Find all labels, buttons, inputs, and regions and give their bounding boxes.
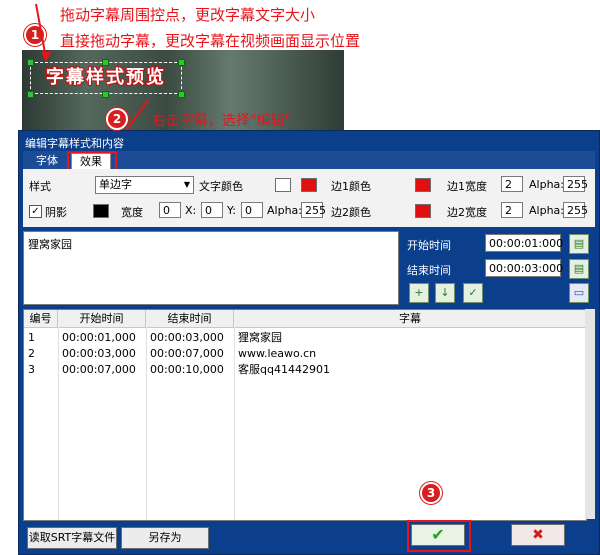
close-icon: ✖: [532, 527, 544, 543]
add-subtitle-icon[interactable]: +: [409, 283, 429, 303]
row-id: 3: [28, 363, 35, 376]
subtitle-edit-dialog: 编辑字幕样式和内容 字体 效果 样式 单边字 ▼ 文字颜色 边1颜色 边1宽度 …: [18, 130, 600, 555]
start-time-input[interactable]: 00:00:01:000: [485, 234, 563, 252]
shadow-x-input[interactable]: 0: [201, 202, 223, 218]
shadow-checkbox[interactable]: ✓: [29, 205, 42, 218]
clipboard-icon[interactable]: ▤: [569, 234, 589, 254]
ok-button[interactable]: ✔: [411, 524, 465, 546]
row-end: 00:00:10,000: [150, 363, 224, 376]
end-time-input[interactable]: 00:00:03:000: [485, 259, 563, 277]
cancel-button[interactable]: ✖: [511, 524, 565, 546]
row-text: 狸窝家园: [238, 331, 282, 344]
table-row[interactable]: 3 00:00:07,000 00:00:10,000 客服qq41442901: [24, 362, 586, 377]
alpha1-label: Alpha:: [529, 178, 564, 191]
table-row[interactable]: 1 00:00:01,000 00:00:03,000 狸窝家园: [24, 330, 586, 345]
edge1-color-swatch[interactable]: [415, 178, 431, 192]
table-row[interactable]: 2 00:00:03,000 00:00:07,000 www.leawo.cn: [24, 346, 586, 361]
header-end[interactable]: 结束时间: [146, 310, 234, 327]
edge1-width-input[interactable]: 2: [501, 176, 523, 192]
alpha2-label: Alpha:: [529, 204, 564, 217]
alpha1-input[interactable]: 255: [563, 176, 588, 192]
clipboard-icon[interactable]: ▤: [569, 259, 589, 279]
x-label: X:: [185, 204, 197, 217]
row-start: 00:00:01,000: [62, 331, 136, 344]
save-as-button[interactable]: 另存为: [121, 527, 209, 549]
shadow-y-input[interactable]: 0: [241, 202, 263, 218]
edge2-width-input[interactable]: 2: [501, 202, 523, 218]
style-label: 样式: [29, 180, 51, 193]
header-subtitle[interactable]: 字幕: [234, 310, 586, 327]
shadow-label: 阴影: [45, 206, 67, 219]
chevron-down-icon: ▼: [183, 180, 190, 189]
annotation-edit-hint: 右击字幕，选择"编辑": [152, 113, 291, 129]
end-time-label: 结束时间: [407, 264, 451, 277]
window-icon[interactable]: ▭: [569, 283, 589, 303]
text-color-label: 文字颜色: [199, 180, 243, 193]
edge2-width-label: 边2宽度: [447, 206, 487, 219]
read-srt-button[interactable]: 读取SRT字幕文件: [27, 527, 117, 549]
edge1-width-label: 边1宽度: [447, 180, 487, 193]
row-end: 00:00:07,000: [150, 347, 224, 360]
tab-bar: 字体 效果: [23, 151, 595, 175]
row-start: 00:00:03,000: [62, 347, 136, 360]
edge2-color-swatch[interactable]: [415, 204, 431, 218]
text-color-swatch-secondary[interactable]: [301, 178, 317, 192]
row-text: www.leawo.cn: [238, 347, 317, 360]
shadow-alpha-label: Alpha:: [267, 204, 302, 217]
style-select-value: 单边字: [99, 178, 132, 191]
subtitle-list: 编号 开始时间 结束时间 字幕 1 00:00:01,000 00:00:03,…: [23, 309, 587, 521]
list-scrollbar[interactable]: [585, 309, 595, 519]
shadow-width-label: 宽度: [121, 206, 143, 219]
dialog-title: 编辑字幕样式和内容: [25, 137, 124, 150]
shadow-alpha-input[interactable]: 255: [301, 202, 326, 218]
header-id[interactable]: 编号: [24, 310, 58, 327]
alpha2-input[interactable]: 255: [563, 202, 588, 218]
row-start: 00:00:07,000: [62, 363, 136, 376]
subtitle-text-input[interactable]: 狸窝家园: [23, 231, 399, 305]
confirm-subtitle-icon[interactable]: ✓: [463, 283, 483, 303]
y-label: Y:: [227, 204, 236, 217]
list-header: 编号 开始时间 结束时间 字幕: [24, 310, 586, 328]
tab-font[interactable]: 字体: [29, 153, 65, 169]
style-select[interactable]: 单边字 ▼: [95, 176, 194, 194]
edge2-color-label: 边2颜色: [331, 206, 371, 219]
annotation-badge-3: 3: [420, 482, 442, 504]
row-id: 2: [28, 347, 35, 360]
shadow-width-input[interactable]: 0: [159, 202, 181, 218]
header-start[interactable]: 开始时间: [58, 310, 146, 327]
insert-subtitle-icon[interactable]: ↓: [435, 283, 455, 303]
checkmark-icon: ✔: [431, 525, 445, 544]
text-color-swatch[interactable]: [275, 178, 291, 192]
row-end: 00:00:03,000: [150, 331, 224, 344]
effects-panel: 样式 单边字 ▼ 文字颜色 边1颜色 边1宽度 2 Alpha: 255 ✓ 阴…: [23, 169, 595, 227]
shadow-color-swatch[interactable]: [93, 204, 109, 218]
row-text: 客服qq41442901: [238, 363, 330, 376]
start-time-label: 开始时间: [407, 239, 451, 252]
edge1-color-label: 边1颜色: [331, 180, 371, 193]
annotation-badge-2: 2: [106, 108, 128, 130]
row-id: 1: [28, 331, 35, 344]
